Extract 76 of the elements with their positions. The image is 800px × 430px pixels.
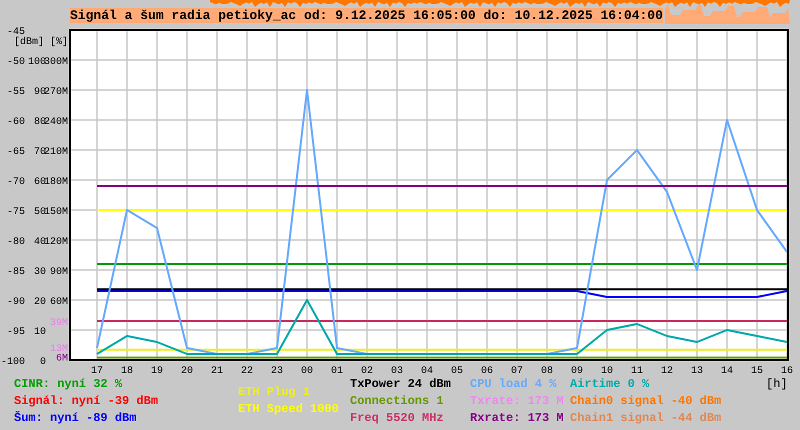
y-tick-label: 210M [44, 147, 68, 158]
y-tick-label: 150M [44, 207, 68, 218]
legend-entry: Chain1 signal -44 dBm [570, 410, 722, 427]
y-tick-label: -55 [6, 87, 25, 98]
y-tick-label: 120M [44, 237, 68, 248]
x-tick-label: 05 [451, 366, 463, 376]
x-tick-label: 04 [421, 366, 433, 376]
legend-entry: Rxrate: 173 M [470, 410, 565, 427]
chart-title: Signál a šum radia petioky_ac od: 9.12.2025 16:05:00 do: 10.12.2025 16:04:00 [70, 8, 663, 23]
x-tick-label: 23 [271, 366, 283, 376]
y-tick-label: 20 [34, 297, 46, 308]
y-tick-label: 240M [44, 117, 68, 128]
y-tick-label: -80 [6, 237, 25, 248]
y-tick-label: 0 [40, 357, 46, 368]
legend-entry: CPU load 4 % [470, 376, 558, 393]
x-tick-label: 08 [541, 366, 553, 376]
legend-entry: Txrate: 173 M [470, 393, 565, 410]
y-tick-label: -65 [6, 147, 25, 158]
y-tick-label: -45 [6, 27, 25, 38]
y-tick-label: -85 [6, 267, 25, 278]
y-tick-label: 90M [50, 267, 68, 278]
x-tick-label: 09 [571, 366, 583, 376]
y-tick-label: 70 [34, 147, 46, 158]
legend-entry: Airtime 0 % [570, 376, 650, 393]
y-tick-label: 10 [34, 327, 46, 338]
y-tick-label: -75 [6, 207, 25, 218]
legend-entry: ETH Plug 1 [238, 384, 312, 401]
x-tick-label: 19 [151, 366, 163, 376]
legend-entry: Šum: nyní -89 dBm [14, 410, 138, 427]
x-tick-label: 16 [781, 366, 793, 376]
y-tick-label: 40 [34, 237, 46, 248]
y-tick-label: 30 [34, 267, 46, 278]
x-tick-label: 20 [181, 366, 193, 376]
y-tick-label: 50 [34, 207, 46, 218]
y-tick-label: -70 [6, 177, 25, 188]
y-tick-label: 90 [34, 87, 46, 98]
x-tick-label: 00 [301, 366, 313, 376]
x-tick-label: 11 [631, 366, 643, 376]
x-tick-label: 06 [481, 366, 493, 376]
y-tick-label: -100 [0, 357, 25, 368]
legend-entry: TxPower 24 dBm [350, 376, 452, 393]
legend-entry: CINR: nyní 32 % [14, 376, 124, 393]
x-tick-label: 21 [211, 366, 223, 376]
scale-label: 6M [56, 354, 68, 365]
x-tick-label: 13 [691, 366, 703, 376]
y-tick-label: 80 [34, 117, 46, 128]
y-tick-label: -60 [6, 117, 25, 128]
y-tick-label: 180M [44, 177, 68, 188]
y-tick-label: -90 [6, 297, 25, 308]
x-tick-label: 22 [241, 366, 253, 376]
y-tick-label: 300M [44, 57, 68, 68]
x-tick-label: 12 [661, 366, 673, 376]
y-tick-label: 60 [34, 177, 46, 188]
y-tick-label: 100 [28, 57, 46, 68]
x-axis-label: [h] [766, 376, 788, 393]
y-tick-label: 60M [50, 297, 68, 308]
x-tick-label: 18 [121, 366, 133, 376]
x-tick-label: 10 [601, 366, 613, 376]
legend-entry: Connections 1 [350, 393, 445, 410]
x-tick-label: 15 [751, 366, 763, 376]
x-tick-label: 17 [91, 366, 103, 376]
x-tick-label: 03 [391, 366, 403, 376]
x-tick-label: 01 [331, 366, 343, 376]
y-tick-label: -95 [6, 327, 25, 338]
legend-entry: ETH Speed 1000 [238, 401, 340, 418]
legend-entry: Chain0 signal -40 dBm [570, 393, 722, 410]
x-tick-label: 14 [721, 366, 733, 376]
y-tick-label: 270M [44, 87, 68, 98]
legend-entry: Freq 5520 MHz [350, 410, 445, 427]
legend-entry: Signál: nyní -39 dBm [14, 393, 160, 410]
x-tick-label: 07 [511, 366, 523, 376]
y-tick-label: -50 [6, 57, 25, 68]
x-tick-label: 02 [361, 366, 373, 376]
scale-label: 39M [50, 318, 68, 329]
y-axis-label: [dBm] [%] [14, 37, 68, 48]
scale-label: 13M [50, 344, 68, 355]
